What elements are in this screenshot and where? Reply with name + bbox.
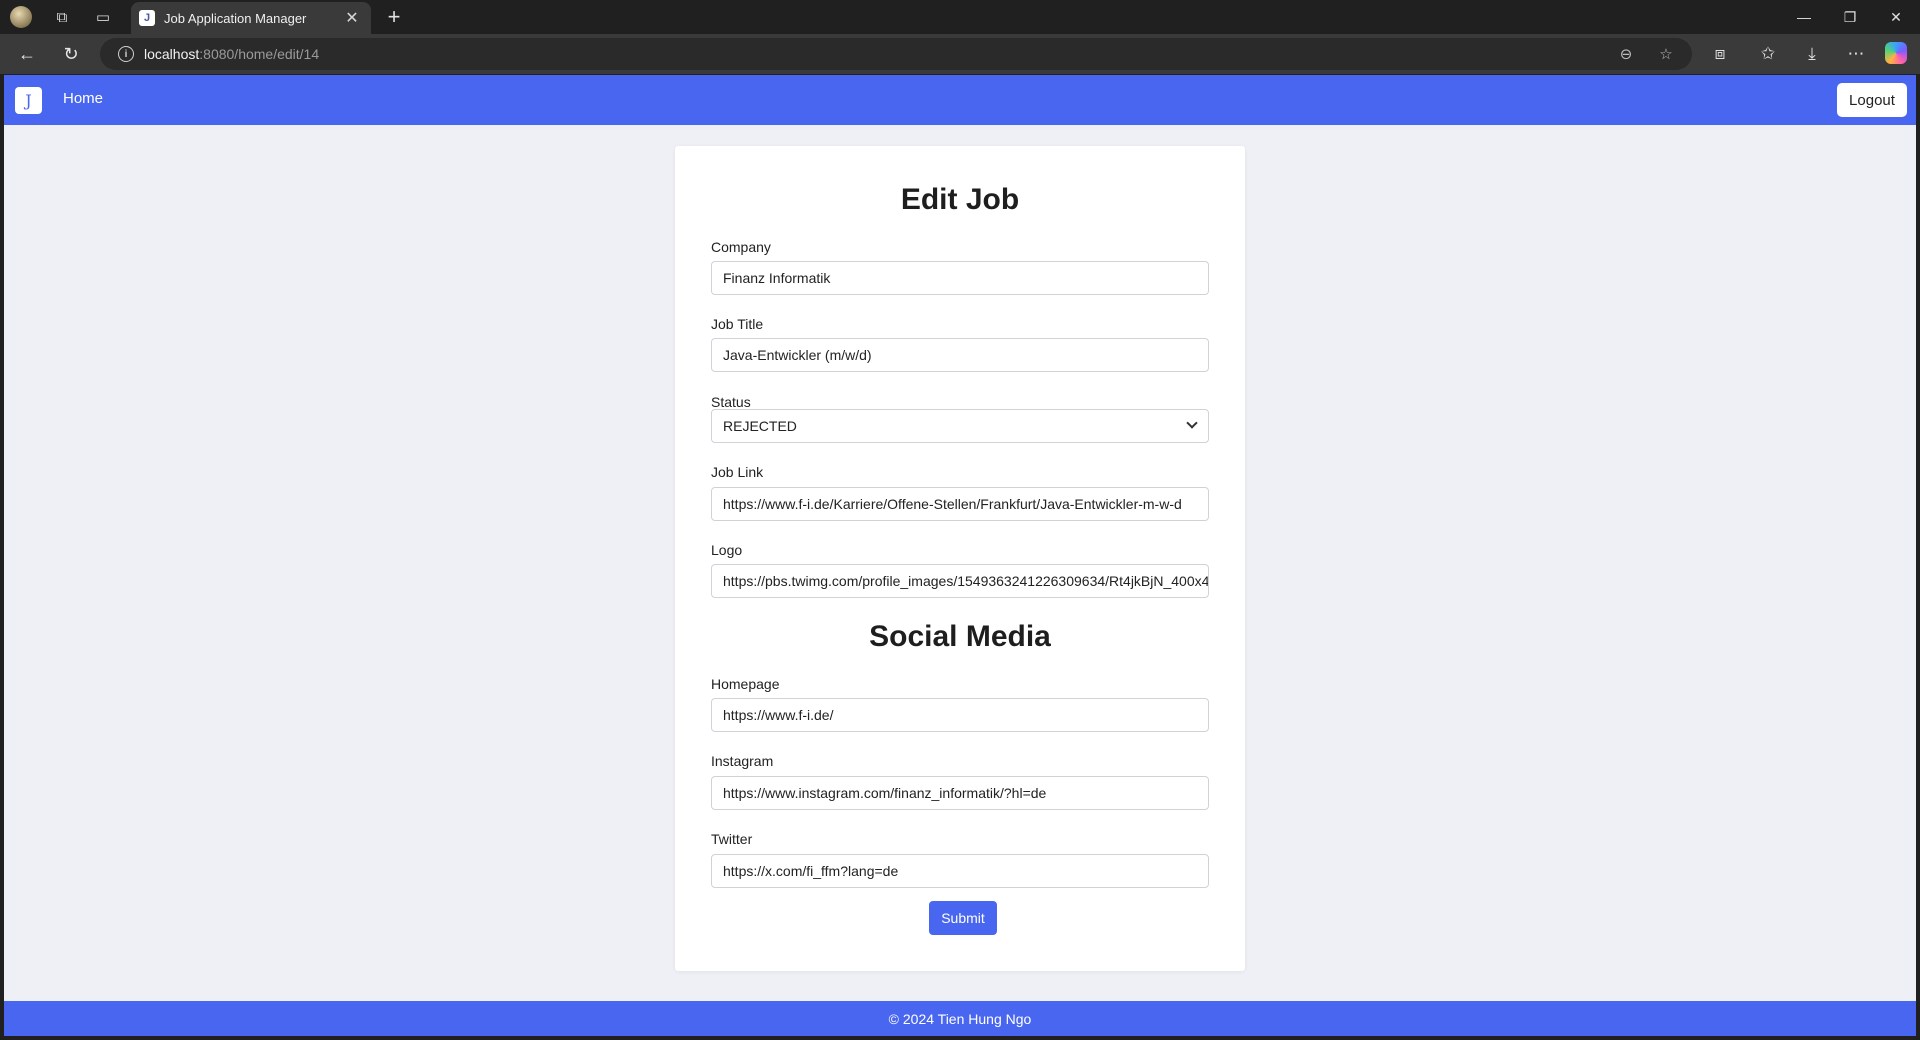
company-input[interactable]: Finanz Informatik bbox=[711, 261, 1209, 295]
tab-title: Job Application Manager bbox=[164, 10, 307, 26]
status-select[interactable]: REJECTED bbox=[711, 409, 1209, 443]
instagram-value: https://www.instagram.com/finanz_informa… bbox=[723, 785, 1047, 801]
profile-avatar[interactable] bbox=[10, 6, 32, 28]
homepage-label: Homepage bbox=[711, 676, 780, 692]
company-value: Finanz Informatik bbox=[723, 270, 831, 286]
close-window-icon[interactable]: ✕ bbox=[1874, 0, 1918, 34]
tab-favicon-icon: J bbox=[139, 10, 155, 26]
site-info-icon[interactable]: i bbox=[118, 46, 134, 62]
job-title-input[interactable]: Java-Entwickler (m/w/d) bbox=[711, 338, 1209, 372]
zoom-icon[interactable]: ⊖ bbox=[1613, 42, 1639, 66]
extensions-icon[interactable]: ⧈ bbox=[1705, 40, 1735, 68]
url-text[interactable]: localhost:8080/home/edit/14 bbox=[144, 46, 319, 62]
job-link-input[interactable]: https://www.f-i.de/Karriere/Offene-Stell… bbox=[711, 487, 1209, 521]
downloads-icon[interactable]: ⤓ bbox=[1797, 40, 1827, 68]
social-media-heading: Social Media bbox=[869, 620, 1051, 653]
restore-icon[interactable]: ❐ bbox=[1828, 0, 1872, 34]
logo-input[interactable]: https://pbs.twimg.com/profile_images/154… bbox=[711, 564, 1209, 598]
page-viewport: J Home Logout Edit Job Company Finanz In… bbox=[4, 75, 1916, 1036]
brand-logo[interactable]: J bbox=[15, 87, 42, 114]
instagram-label: Instagram bbox=[711, 753, 774, 769]
vertical-tabs-icon[interactable]: ▭ bbox=[86, 5, 120, 29]
favorite-star-icon[interactable]: ☆ bbox=[1653, 42, 1679, 66]
nav-link-home[interactable]: Home bbox=[63, 90, 103, 107]
job-link-value: https://www.f-i.de/Karriere/Offene-Stell… bbox=[723, 496, 1182, 512]
browser-tab-active[interactable]: J Job Application Manager ✕ bbox=[131, 2, 371, 34]
logo-label: Logo bbox=[711, 542, 743, 558]
address-bar[interactable]: i localhost:8080/home/edit/14 ⊖ ☆ bbox=[100, 38, 1692, 70]
app-navbar: J Home Logout bbox=[4, 75, 1916, 125]
more-menu-icon[interactable]: ⋯ bbox=[1841, 40, 1871, 68]
page-title: Edit Job bbox=[900, 183, 1020, 216]
reload-icon[interactable]: ↻ bbox=[56, 40, 86, 68]
tab-close-icon[interactable]: ✕ bbox=[343, 8, 361, 28]
minimize-icon[interactable]: — bbox=[1782, 0, 1826, 34]
new-tab-button[interactable]: + bbox=[380, 4, 408, 30]
status-value: REJECTED bbox=[723, 418, 797, 434]
copilot-icon[interactable] bbox=[1885, 42, 1907, 64]
homepage-input[interactable]: https://www.f-i.de/ bbox=[711, 698, 1209, 732]
homepage-value: https://www.f-i.de/ bbox=[723, 707, 834, 723]
page-footer: © 2024 Tien Hung Ngo bbox=[4, 1001, 1916, 1036]
status-label: Status bbox=[711, 394, 751, 410]
twitter-label: Twitter bbox=[711, 831, 753, 847]
workspaces-icon[interactable]: ⧉ bbox=[45, 5, 79, 29]
job-title-label: Job Title bbox=[711, 316, 764, 332]
logo-value: https://pbs.twimg.com/profile_images/154… bbox=[723, 573, 1209, 589]
logout-button[interactable]: Logout bbox=[1837, 83, 1907, 117]
url-host: localhost bbox=[144, 46, 200, 62]
chevron-down-icon bbox=[1186, 417, 1198, 429]
twitter-input[interactable]: https://x.com/fi_ffm?lang=de bbox=[711, 854, 1209, 888]
favorites-icon[interactable]: ✩ bbox=[1753, 40, 1783, 68]
edit-job-card: Edit Job Company Finanz Informatik Job T… bbox=[675, 146, 1245, 971]
browser-toolbar: ← ↻ i localhost:8080/home/edit/14 ⊖ ☆ ⧈ … bbox=[0, 34, 1920, 74]
back-arrow-icon[interactable]: ← bbox=[12, 40, 42, 68]
url-path: :8080/home/edit/14 bbox=[199, 46, 320, 62]
browser-tab-bar: ⧉ ▭ J Job Application Manager ✕ + — ❐ ✕ bbox=[0, 0, 1920, 34]
instagram-input[interactable]: https://www.instagram.com/finanz_informa… bbox=[711, 776, 1209, 810]
twitter-value: https://x.com/fi_ffm?lang=de bbox=[723, 863, 899, 879]
job-link-label: Job Link bbox=[711, 464, 764, 480]
company-label: Company bbox=[711, 239, 771, 255]
submit-button[interactable]: Submit bbox=[929, 901, 997, 935]
job-title-value: Java-Entwickler (m/w/d) bbox=[723, 347, 872, 363]
